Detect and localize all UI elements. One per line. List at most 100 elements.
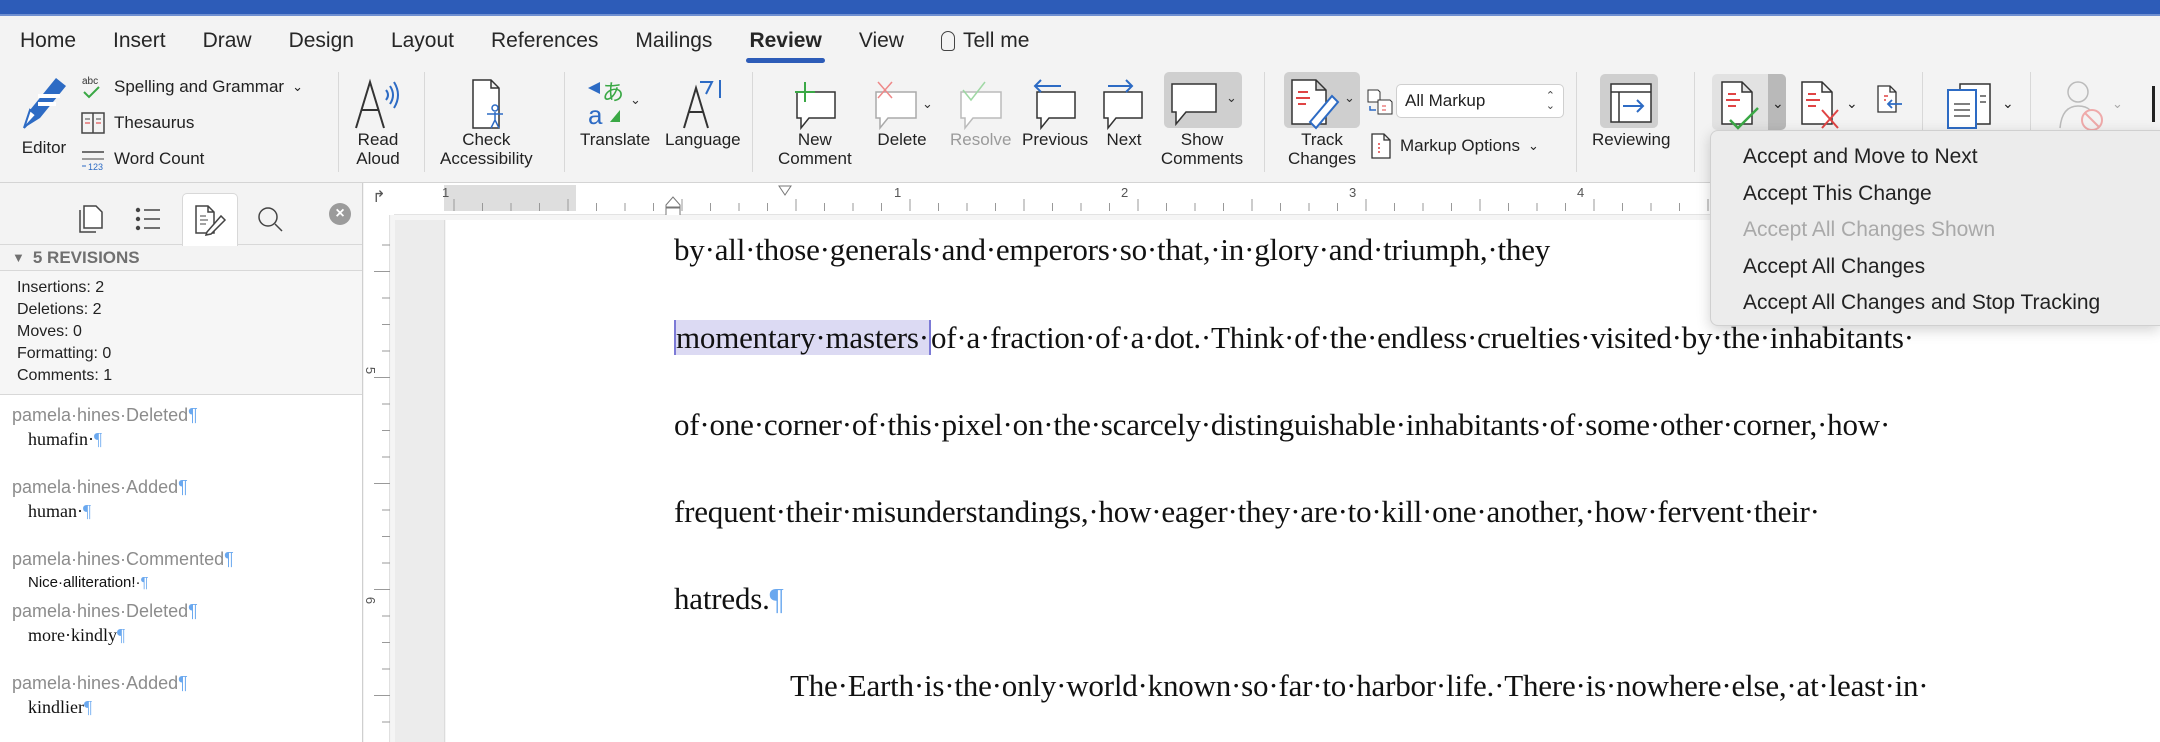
revision-text: kindlier (28, 697, 84, 717)
tab-references[interactable]: References (491, 29, 598, 53)
stat-comments: Comments: 1 (17, 367, 113, 384)
language-button[interactable]: Language (665, 78, 741, 149)
revision-author: pamela·hines·Deleted (12, 601, 189, 621)
tab-insert[interactable]: Insert (113, 29, 166, 53)
vertical-ruler-ticks (374, 244, 390, 723)
thesaurus-button[interactable]: Thesaurus (80, 110, 194, 136)
comment-text: Nice·alliteration!· (28, 574, 141, 591)
pilcrow-mark: ¶ (116, 625, 126, 645)
document-line: by·all·those·generals·and·emperors·so·th… (674, 232, 1550, 268)
stat-deletions: Deletions: 2 (17, 301, 102, 318)
read-aloud-button[interactable]: Read Aloud (350, 78, 406, 168)
resolve-comment-button[interactable]: Resolve (950, 78, 1011, 149)
check-accessibility-label-2: Accessibility (440, 149, 533, 168)
tracked-change-highlight[interactable]: momentary·masters· (674, 320, 931, 355)
delete-comment-icon: ⌄ (875, 81, 933, 130)
delete-comment-button[interactable]: ⌄ Delete (870, 78, 934, 149)
tell-me-button[interactable]: Tell me (940, 29, 1030, 53)
pilcrow-mark: ¶ (178, 477, 188, 497)
reject-change-icon[interactable]: ⌄ (1796, 76, 1860, 130)
track-changes-button[interactable]: ⌄ Track Changes (1282, 78, 1362, 168)
pilcrow-mark: ¶ (84, 697, 93, 717)
svg-text:abc: abc (82, 76, 98, 87)
translate-button[interactable]: あ a ⌄ Translate (580, 78, 650, 149)
ruler-label: 2 (1121, 185, 1129, 200)
sidebar-tab-revisions[interactable] (182, 193, 238, 246)
svg-text:あ: あ (602, 80, 624, 105)
reviewing-pane-button[interactable]: Reviewing (1592, 78, 1670, 149)
compare-documents-icon[interactable]: ⌄ (1944, 78, 2016, 130)
pilcrow-mark: ¶ (140, 574, 149, 591)
ruler-label: 3 (1349, 185, 1357, 200)
word-count-icon: 123 (82, 151, 104, 172)
stat-moves: Moves: 0 (17, 323, 82, 340)
word-count-button[interactable]: 123 Word Count (80, 146, 204, 172)
next-comment-label: Next (1106, 130, 1142, 149)
lightbulb-icon (940, 31, 955, 51)
pilcrow-mark: ¶ (178, 673, 188, 693)
line-text: of·one·corner·of·this·pixel·on·the·scarc… (674, 407, 1891, 442)
tell-me-label: Tell me (962, 29, 1030, 52)
chevron-down-icon: ⌄ (1528, 138, 1539, 153)
show-comments-button[interactable]: ⌄ Show Comments (1160, 78, 1244, 168)
tab-draw[interactable]: Draw (203, 29, 252, 53)
vertical-ruler[interactable]: 5 6 (363, 215, 390, 742)
page-margin-area (395, 220, 445, 742)
new-comment-label-1: New (797, 130, 832, 149)
tab-design[interactable]: Design (289, 29, 354, 53)
spelling-abc-icon: abc (82, 76, 100, 99)
menu-item-accept-all-stop-tracking[interactable]: Accept All Changes and Stop Tracking (1711, 285, 2160, 322)
sidebar-tab-thumbnails[interactable] (62, 193, 118, 245)
revision-text: human· (28, 501, 83, 521)
sidebar-tab-navigation[interactable] (120, 193, 176, 245)
revision-author: pamela·hines·Added (12, 477, 179, 497)
revision-stats: Insertions: 2 Deletions: 2 Moves: 0 Form… (0, 271, 362, 395)
revision-list: pamela·hines·Deleted¶ humafin·¶ pamela·h… (0, 395, 362, 719)
revision-item[interactable]: pamela·hines·Deleted¶ humafin·¶ (12, 403, 362, 451)
tab-mailings[interactable]: Mailings (635, 29, 712, 53)
markup-options-button[interactable]: Markup Options ⌄ (1370, 132, 1539, 160)
resolve-comment-label: Resolve (950, 130, 1012, 149)
previous-comment-icon (1033, 79, 1076, 130)
search-icon (258, 207, 283, 232)
ruler-label: 4 (1577, 185, 1585, 200)
check-accessibility-button[interactable]: Check Accessibility (440, 78, 533, 168)
editor-button[interactable]: Editor (16, 72, 72, 157)
revision-item[interactable]: pamela·hines·Deleted¶ more·kindly¶ (12, 599, 362, 647)
tab-review[interactable]: Review (746, 29, 826, 63)
markup-select-value: All Markup (1405, 91, 1486, 110)
revisions-header[interactable]: ▼ 5 REVISIONS (0, 245, 362, 271)
tab-layout[interactable]: Layout (391, 29, 454, 53)
menu-item-accept-all-changes[interactable]: Accept All Changes (1711, 249, 2160, 286)
first-line-indent-marker[interactable] (777, 185, 793, 197)
revision-item[interactable]: pamela·hines·Added¶ kindlier¶ (12, 671, 362, 719)
ruler-label: 5 (363, 366, 379, 375)
stat-formatting: Formatting: 0 (17, 345, 112, 362)
revision-item[interactable]: pamela·hines·Added¶ human·¶ (12, 475, 362, 523)
markup-options-icon (1371, 133, 1391, 159)
markup-display-select[interactable]: All Markup ⌃ ⌄ (1396, 84, 1564, 118)
spelling-grammar-button[interactable]: abc Spelling and Grammar ⌄ (80, 74, 303, 100)
block-authors-icon[interactable]: ⌄ (2056, 78, 2126, 132)
ruler-label: 1 (894, 185, 902, 200)
pages-icon (79, 205, 103, 233)
sidebar-tab-search[interactable] (242, 193, 298, 245)
accept-change-icon[interactable]: ⌄ (1716, 76, 1788, 130)
revisions-count: 5 REVISIONS (32, 247, 140, 267)
previous-comment-button[interactable]: Previous (1022, 78, 1088, 149)
stat-insertions: Insertions: 2 (17, 279, 105, 296)
spelling-grammar-label: Spelling and Grammar (114, 77, 285, 96)
new-comment-button[interactable]: New Comment (778, 78, 852, 168)
tab-stop-selector[interactable]: ↱ (364, 183, 394, 215)
tab-home[interactable]: Home (20, 29, 76, 53)
next-comment-button[interactable]: Next (1098, 78, 1150, 149)
menu-item-accept-and-move-next[interactable]: Accept and Move to Next (1711, 139, 2160, 176)
revision-item[interactable]: pamela·hines·Commented¶ Nice·alliteratio… (12, 547, 362, 595)
previous-change-icon[interactable] (1874, 84, 1904, 118)
svg-text:⌄: ⌄ (1846, 95, 1858, 111)
tab-view[interactable]: View (859, 29, 904, 53)
menu-item-accept-this-change[interactable]: Accept This Change (1711, 176, 2160, 213)
close-pane-button[interactable]: × (329, 203, 351, 225)
translate-label: Translate (580, 130, 651, 149)
group-separator (424, 72, 425, 172)
